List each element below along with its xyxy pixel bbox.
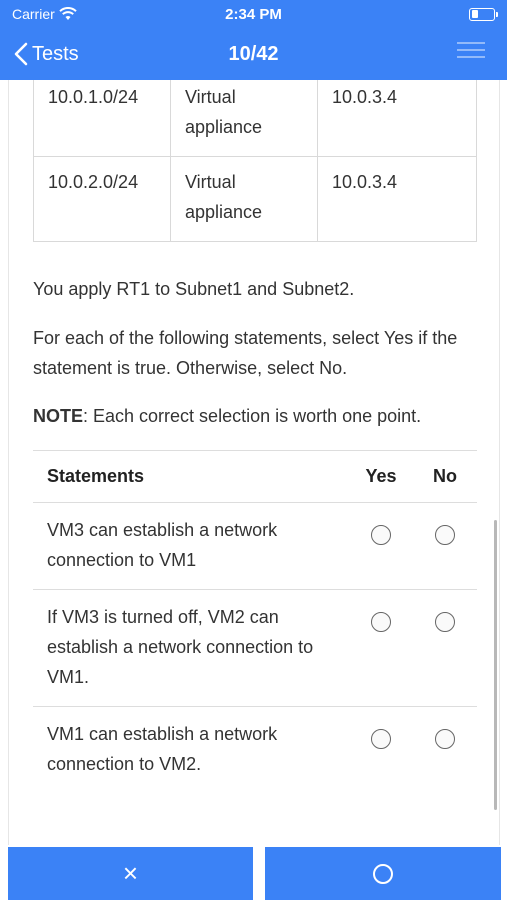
yes-header: Yes — [349, 450, 413, 503]
note-body: : Each correct selection is worth one po… — [83, 406, 422, 426]
statement-text: VM3 can establish a network connection t… — [33, 502, 349, 590]
wifi-icon — [59, 7, 77, 20]
back-button[interactable]: Tests — [0, 42, 79, 66]
statements-header-row: Statements Yes No — [33, 450, 477, 503]
status-bar: Carrier 2:34 PM — [0, 0, 507, 28]
statements-table: Statements Yes No VM3 can establish a ne… — [33, 450, 477, 793]
table-row: 10.0.1.0/24 Virtual appliance 10.0.3.4 — [33, 80, 477, 157]
statement-text: If VM3 is turned off, VM2 can establish … — [33, 589, 349, 707]
apply-text: You apply RT1 to Subnet1 and Subnet2. — [33, 279, 355, 299]
yes-radio[interactable] — [371, 729, 391, 749]
list-menu-icon[interactable] — [457, 42, 485, 64]
question-content[interactable]: 10.0.1.0/24 Virtual appliance 10.0.3.4 1… — [8, 80, 500, 845]
chevron-left-icon — [14, 42, 28, 66]
statement-row: VM3 can establish a network connection t… — [33, 502, 477, 590]
circle-icon — [373, 863, 393, 884]
address-prefix-cell: 10.0.1.0/24 — [33, 80, 171, 157]
next-hop-address-cell: 10.0.3.4 — [317, 80, 477, 157]
next-hop-type-cell: Virtual appliance — [170, 156, 318, 242]
no-radio[interactable] — [435, 612, 455, 632]
table-row: 10.0.2.0/24 Virtual appliance 10.0.3.4 — [33, 156, 477, 242]
no-radio[interactable] — [435, 525, 455, 545]
status-left: Carrier — [12, 6, 77, 22]
route-table: 10.0.1.0/24 Virtual appliance 10.0.3.4 1… — [33, 80, 477, 242]
statement-text: VM1 can establish a network connection t… — [47, 724, 278, 774]
correct-button[interactable] — [265, 847, 501, 900]
yes-radio[interactable] — [371, 612, 391, 632]
next-hop-address-cell: 10.0.3.4 — [317, 156, 477, 242]
note-text: NOTE: Each correct selection is worth on… — [33, 401, 473, 431]
back-label: Tests — [32, 42, 79, 65]
statement-row: VM1 can establish a network connection t… — [33, 707, 477, 794]
battery-icon — [469, 7, 498, 21]
carrier-label: Carrier — [12, 6, 55, 22]
nav-bar: Tests 10/42 — [0, 28, 507, 80]
statements-header: Statements — [33, 450, 349, 503]
instruction-text: For each of the following statements, se… — [33, 328, 458, 378]
statement-row: If VM3 is turned off, VM2 can establish … — [33, 589, 477, 707]
no-radio[interactable] — [435, 729, 455, 749]
note-label: NOTE — [33, 406, 84, 426]
no-header: No — [413, 450, 477, 503]
yes-radio[interactable] — [371, 525, 391, 545]
address-prefix-cell: 10.0.2.0/24 — [33, 156, 171, 242]
answer-bar: × — [0, 845, 507, 900]
wrong-button[interactable]: × — [8, 847, 253, 900]
scrollbar[interactable] — [494, 520, 497, 810]
next-hop-type-cell: Virtual appliance — [170, 80, 318, 157]
close-icon: × — [122, 858, 139, 888]
